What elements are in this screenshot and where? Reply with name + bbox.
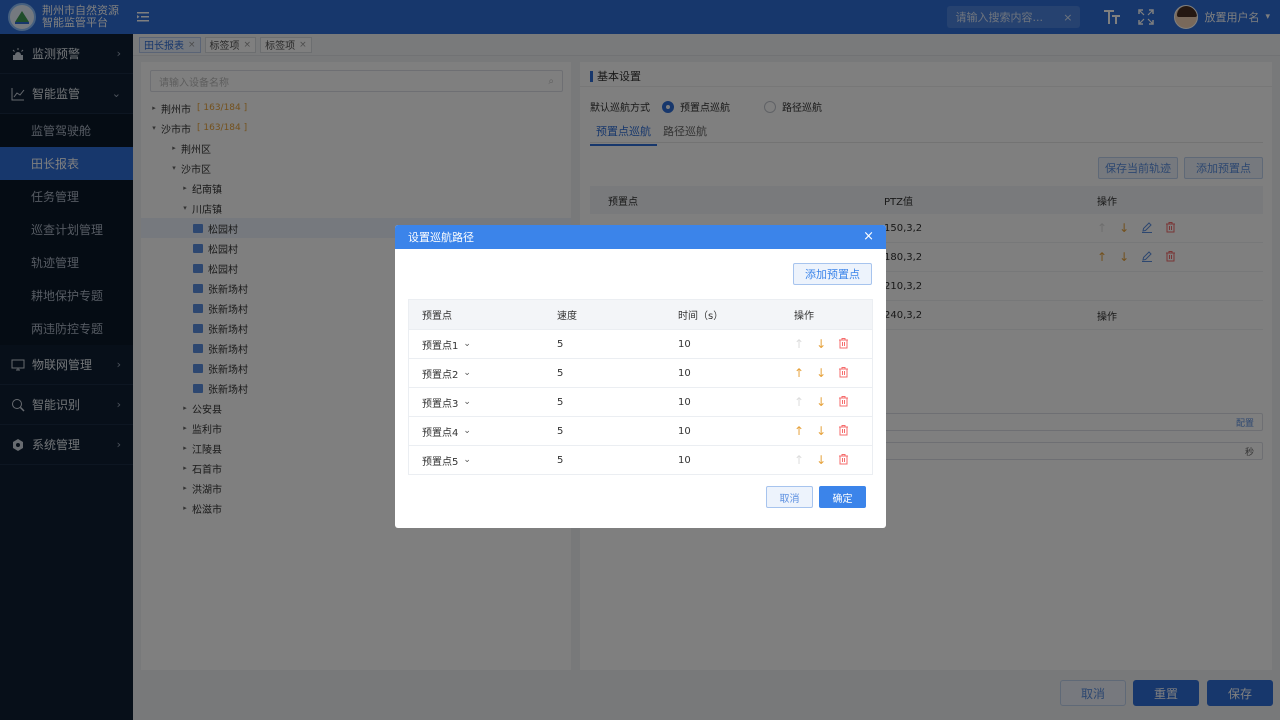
preset-select-value: 预置点1 [422, 340, 459, 352]
trash-icon[interactable] [838, 366, 849, 381]
row-actions: ↑ ↓ [794, 395, 872, 410]
row-actions: ↑ ↓ [794, 337, 872, 352]
row-actions: ↑ ↓ [794, 366, 872, 381]
arrow-up-icon[interactable]: ↑ [794, 366, 804, 380]
arrow-up-icon[interactable]: ↑ [794, 424, 804, 438]
row-actions: ↑ ↓ [794, 424, 872, 439]
preset-select[interactable]: 预置点2 ⌄ [409, 366, 557, 381]
arrow-down-icon[interactable]: ↓ [816, 424, 826, 438]
chevron-down-icon: ⌄ [463, 455, 471, 465]
speed-value[interactable]: 5 [557, 426, 678, 437]
arrow-down-icon[interactable]: ↓ [816, 395, 826, 409]
time-value[interactable]: 10 [678, 426, 794, 437]
column-header: 操作 [794, 311, 814, 322]
preset-select[interactable]: 预置点4 ⌄ [409, 424, 557, 439]
preset-select[interactable]: 预置点1 ⌄ [409, 337, 557, 352]
time-value[interactable]: 10 [678, 397, 794, 408]
column-header: 预置点 [422, 311, 452, 322]
time-value[interactable]: 10 [678, 455, 794, 466]
preset-select-value: 预置点5 [422, 456, 459, 468]
speed-value[interactable]: 5 [557, 455, 678, 466]
time-value[interactable]: 10 [678, 339, 794, 350]
chevron-down-icon: ⌄ [463, 339, 471, 349]
arrow-up-icon[interactable]: ↑ [794, 453, 804, 467]
speed-value[interactable]: 5 [557, 368, 678, 379]
arrow-down-icon[interactable]: ↓ [816, 453, 826, 467]
chevron-down-icon: ⌄ [463, 368, 471, 378]
confirm-button[interactable]: 确定 [819, 486, 866, 508]
column-header: 速度 [557, 311, 577, 322]
speed-value[interactable]: 5 [557, 397, 678, 408]
cruise-path-table: 预置点 速度 时间（s） 操作 预置点1 ⌄ 5 10 ↑ ↓ 预置点2 ⌄ 5 1… [408, 299, 873, 475]
arrow-up-icon[interactable]: ↑ [794, 337, 804, 351]
preset-select-value: 预置点4 [422, 427, 459, 439]
chevron-down-icon: ⌄ [463, 397, 471, 407]
arrow-down-icon[interactable]: ↓ [816, 366, 826, 380]
column-header: 时间（s） [678, 311, 724, 322]
table-row: 预置点4 ⌄ 5 10 ↑ ↓ [409, 416, 872, 445]
trash-icon[interactable] [838, 453, 849, 468]
chevron-down-icon: ⌄ [463, 426, 471, 436]
preset-select-value: 预置点2 [422, 369, 459, 381]
preset-select[interactable]: 预置点3 ⌄ [409, 395, 557, 410]
preset-select[interactable]: 预置点5 ⌄ [409, 453, 557, 468]
trash-icon[interactable] [838, 424, 849, 439]
dialog-title: 设置巡航路径 [408, 231, 474, 244]
add-preset-button[interactable]: 添加预置点 [793, 263, 872, 285]
arrow-up-icon[interactable]: ↑ [794, 395, 804, 409]
cancel-button[interactable]: 取消 [766, 486, 813, 508]
arrow-down-icon[interactable]: ↓ [816, 337, 826, 351]
trash-icon[interactable] [838, 337, 849, 352]
trash-icon[interactable] [838, 395, 849, 410]
time-value[interactable]: 10 [678, 368, 794, 379]
close-icon[interactable]: × [863, 229, 874, 245]
table-row: 预置点2 ⌄ 5 10 ↑ ↓ [409, 358, 872, 387]
table-row: 预置点1 ⌄ 5 10 ↑ ↓ [409, 329, 872, 358]
table-header: 预置点 速度 时间（s） 操作 [409, 300, 872, 329]
table-row: 预置点3 ⌄ 5 10 ↑ ↓ [409, 387, 872, 416]
dialog-header: 设置巡航路径 × [395, 225, 886, 249]
table-row: 预置点5 ⌄ 5 10 ↑ ↓ [409, 445, 872, 474]
row-actions: ↑ ↓ [794, 453, 872, 468]
preset-select-value: 预置点3 [422, 398, 459, 410]
speed-value[interactable]: 5 [557, 339, 678, 350]
cruise-path-dialog: 设置巡航路径 × 添加预置点 预置点 速度 时间（s） 操作 预置点1 ⌄ 5 1… [395, 225, 886, 528]
